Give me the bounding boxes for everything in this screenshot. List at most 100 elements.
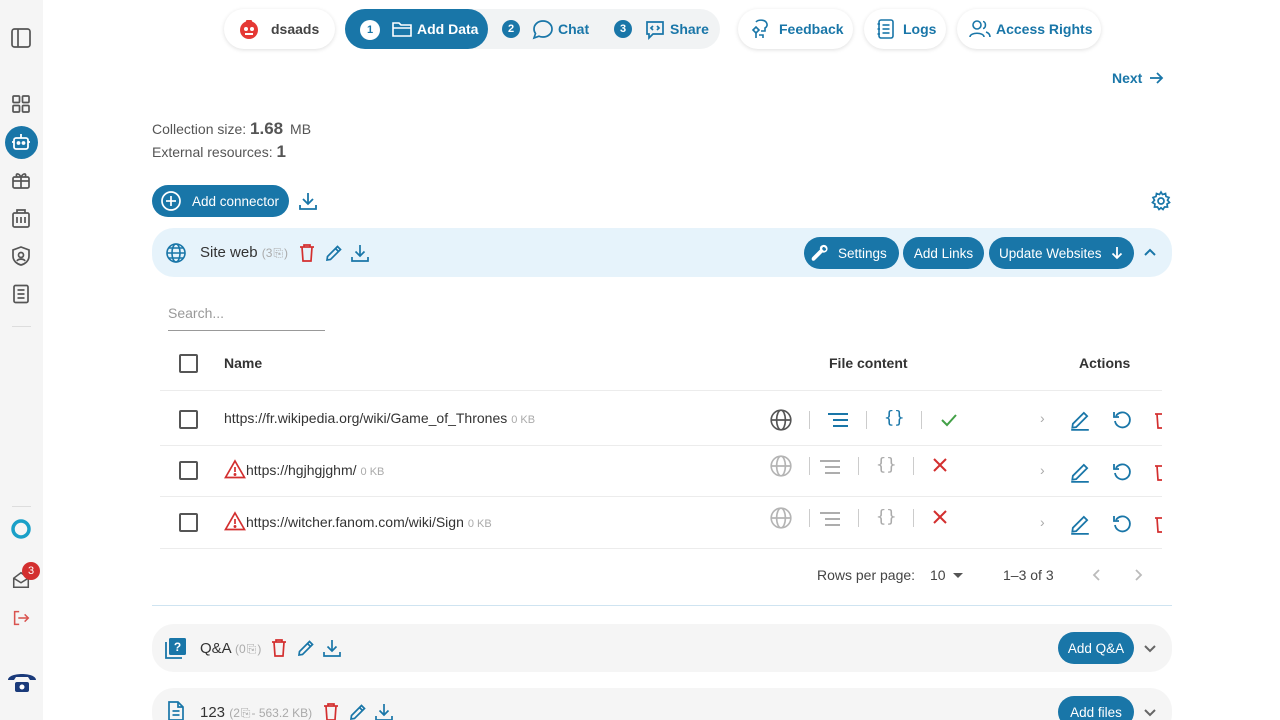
separator (809, 509, 810, 527)
close-icon (931, 456, 949, 474)
arrow-right-icon (1148, 70, 1164, 86)
step-label[interactable]: Chat (558, 21, 589, 37)
row-checkbox[interactable] (179, 461, 198, 480)
external-resources-value: 1 (276, 142, 286, 161)
dashboard-icon[interactable] (9, 92, 33, 116)
step-number: 1 (360, 20, 380, 40)
sidebar-toggle-icon[interactable] (9, 26, 33, 50)
settings-label: Settings (838, 245, 887, 261)
refresh-icon[interactable] (1111, 513, 1133, 535)
notification-badge: 3 (22, 562, 40, 580)
access-rights-button[interactable]: Access Rights (957, 9, 1101, 49)
files-header[interactable]: 123 (2⎘- 563.2 KB) Add files (152, 688, 1172, 720)
column-header-actions: Actions (1079, 355, 1131, 371)
globe-icon (165, 242, 187, 264)
trash-icon[interactable] (1153, 514, 1162, 534)
update-websites-button[interactable]: Update Websites (989, 237, 1134, 269)
add-qa-label: Add Q&A (1067, 640, 1125, 656)
rows-per-page-select[interactable]: 10 (930, 567, 964, 583)
files-count: (2 (229, 706, 240, 720)
download-icon[interactable] (374, 702, 394, 720)
chevron-up-icon[interactable] (1142, 245, 1158, 261)
step-label[interactable]: Share (670, 21, 709, 37)
external-resources-label: External resources: (152, 144, 273, 160)
download-all-icon[interactable] (297, 190, 319, 212)
add-links-label: Add Links (913, 245, 974, 261)
feedback-icon (750, 18, 772, 40)
chevron-right-icon[interactable] (1131, 568, 1145, 582)
chat-bubble-icon[interactable] (532, 19, 554, 41)
project-name: dsaads (271, 21, 320, 37)
edit-pencil-icon[interactable] (1069, 409, 1091, 431)
more-icon[interactable]: › (1040, 462, 1045, 478)
share-code-icon[interactable] (644, 19, 666, 41)
qa-title: Q&A (0⎘) (200, 640, 261, 657)
add-connector-button[interactable]: Add connector (152, 185, 289, 217)
separator (809, 411, 810, 429)
building-icon[interactable] (9, 206, 33, 230)
site-web-header[interactable]: Site web (3⎘) Settings Add Links Update … (152, 228, 1172, 277)
qa-title-text: Q&A (200, 640, 231, 657)
logout-icon[interactable] (9, 606, 33, 630)
more-icon[interactable]: › (1040, 410, 1045, 426)
chevron-left-icon[interactable] (1090, 568, 1104, 582)
step-label: Add Data (417, 21, 479, 37)
chevron-down-icon[interactable] (1142, 640, 1158, 656)
next-button[interactable]: Next (1112, 70, 1164, 86)
trash-icon[interactable] (298, 243, 316, 263)
document-icon[interactable] (9, 282, 33, 306)
row-url[interactable]: https://witcher.fanom.com/wiki/Sign 0 KB (246, 514, 492, 530)
gear-icon[interactable] (1150, 190, 1172, 212)
add-qa-button[interactable]: Add Q&A (1058, 632, 1134, 664)
qa-count-end: ) (257, 642, 262, 656)
chevron-down-icon[interactable] (1142, 704, 1158, 720)
collection-size: Collection size: 1.68 MB (152, 119, 311, 139)
add-links-button[interactable]: Add Links (903, 237, 984, 269)
wrench-icon (810, 243, 830, 263)
trash-icon[interactable] (270, 638, 288, 658)
add-files-button[interactable]: Add files (1058, 696, 1134, 720)
refresh-icon[interactable] (1111, 409, 1133, 431)
row-checkbox[interactable] (179, 513, 198, 532)
assistant-ring-icon[interactable] (9, 517, 33, 541)
separator (858, 509, 859, 527)
edit-pencil-icon[interactable] (348, 702, 368, 720)
row-url[interactable]: https://fr.wikipedia.org/wiki/Game_of_Th… (224, 410, 535, 426)
settings-button[interactable]: Settings (804, 237, 899, 269)
search-input[interactable]: Search... (168, 305, 325, 331)
qa-header[interactable]: ? Q&A (0⎘) Add Q&A (152, 624, 1172, 672)
more-icon[interactable]: › (1040, 514, 1045, 530)
edit-pencil-icon[interactable] (324, 243, 344, 263)
download-icon[interactable] (322, 638, 342, 658)
shield-icon[interactable] (9, 244, 33, 268)
trash-icon[interactable] (1153, 462, 1162, 482)
select-all-checkbox[interactable] (179, 354, 198, 373)
paperclip-icon: ⎘ (240, 706, 251, 720)
rows-per-page-value: 10 (930, 567, 946, 583)
text-lines-icon[interactable] (826, 410, 850, 430)
bot-icon[interactable] (9, 130, 33, 154)
download-icon[interactable] (350, 243, 370, 263)
trash-icon[interactable] (1153, 410, 1162, 430)
row-url[interactable]: https://hgjhgjghm/0 KB (246, 462, 384, 478)
gift-icon[interactable] (9, 168, 33, 192)
edit-pencil-icon[interactable] (1069, 461, 1091, 483)
logs-label: Logs (903, 21, 937, 37)
separator (809, 457, 810, 475)
json-braces-icon[interactable]: {} (884, 408, 904, 428)
globe-icon[interactable] (769, 408, 793, 432)
feedback-button[interactable]: Feedback (738, 9, 853, 49)
trash-icon[interactable] (322, 702, 340, 720)
row-checkbox[interactable] (179, 410, 198, 429)
search-placeholder: Search... (168, 305, 225, 321)
edit-pencil-icon[interactable] (296, 638, 316, 658)
edit-pencil-icon[interactable] (1069, 513, 1091, 535)
project-selector[interactable]: dsaads (224, 9, 335, 49)
files-title-text: 123 (200, 704, 226, 720)
rows-per-page-label: Rows per page: (817, 567, 916, 583)
row-divider (160, 445, 1162, 446)
logs-button[interactable]: Logs (864, 9, 946, 49)
column-header-name[interactable]: Name (224, 355, 262, 371)
refresh-icon[interactable] (1111, 461, 1133, 483)
question-box-icon: ? (165, 637, 187, 659)
